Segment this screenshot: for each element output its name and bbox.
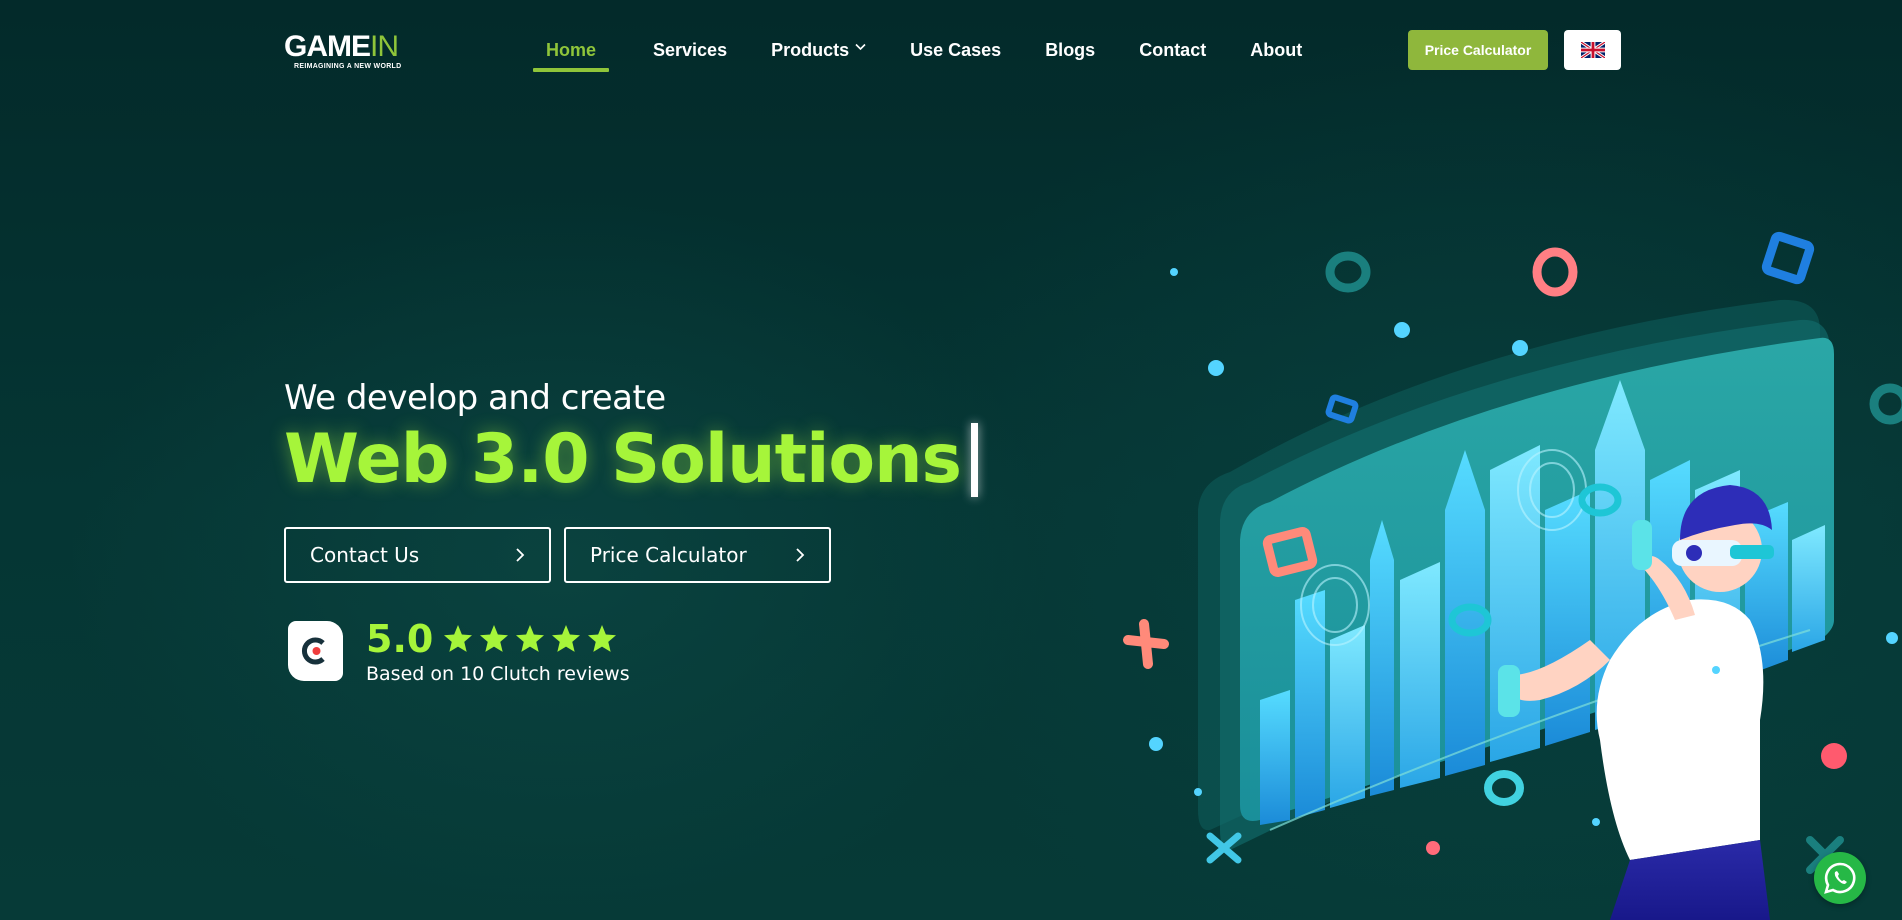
- nav-item-services[interactable]: Services: [653, 38, 727, 72]
- clutch-review-text: Based on 10 Clutch reviews: [366, 663, 630, 685]
- contact-us-label: Contact Us: [310, 543, 420, 567]
- whatsapp-icon: [1824, 862, 1856, 894]
- star-icon: [444, 625, 472, 652]
- nav-item-home[interactable]: Home: [533, 38, 610, 72]
- chevron-right-icon: [516, 548, 525, 562]
- nav-item-label: Products: [771, 40, 850, 60]
- price-calculator-button[interactable]: Price Calculator: [564, 527, 831, 583]
- star-rating: [442, 623, 622, 655]
- hero-subtitle: We develop and create: [284, 378, 666, 418]
- nav-item-label: Home: [546, 40, 597, 60]
- contact-us-button[interactable]: Contact Us: [284, 527, 551, 583]
- hero-title: Web 3.0 Solutions: [284, 420, 979, 499]
- logo[interactable]: GAME IN REIMAGINING A NEW WORLD: [284, 32, 416, 72]
- logo-main-text: GAME: [284, 30, 371, 63]
- page: GAME IN REIMAGINING A NEW WORLD Home Ser…: [0, 0, 1902, 920]
- main-nav: Home Services Products Use Cases Blogs C…: [533, 38, 1346, 72]
- nav-item-label: Use Cases: [910, 40, 1002, 60]
- nav-item-label: About: [1250, 40, 1303, 60]
- header: GAME IN REIMAGINING A NEW WORLD Home Ser…: [0, 0, 1902, 100]
- chevron-down-icon: [855, 43, 866, 51]
- nav-item-label: Contact: [1139, 40, 1207, 60]
- star-icon: [552, 625, 580, 652]
- nav-item-use-cases[interactable]: Use Cases: [910, 38, 1001, 72]
- chevron-right-icon: [796, 548, 805, 562]
- nav-item-label: Blogs: [1045, 40, 1096, 60]
- nav-item-contact[interactable]: Contact: [1139, 38, 1206, 72]
- typing-caret: [971, 422, 979, 497]
- uk-flag-icon: [1580, 42, 1605, 58]
- logo-tagline: REIMAGINING A NEW WORLD: [294, 63, 402, 70]
- nav-item-about[interactable]: About: [1250, 38, 1302, 72]
- clutch-logo-icon: [288, 621, 343, 681]
- logo-accent-text: IN: [370, 30, 399, 63]
- clutch-rating[interactable]: 5.0 Based on 10 Clutch reviews: [288, 617, 708, 685]
- price-calculator-label: Price Calculator: [590, 543, 747, 567]
- whatsapp-button[interactable]: [1814, 852, 1866, 904]
- vr-city-illustration: [1123, 231, 1902, 920]
- nav-item-label: Services: [653, 40, 728, 60]
- price-calculator-header-button[interactable]: Price Calculator: [1408, 30, 1548, 70]
- star-icon: [588, 625, 616, 652]
- hero-title-text: Web 3.0 Solutions: [284, 420, 962, 499]
- clutch-score: 5.0: [366, 617, 434, 661]
- nav-item-products[interactable]: Products: [771, 38, 866, 72]
- nav-item-blogs[interactable]: Blogs: [1045, 38, 1095, 72]
- language-button[interactable]: [1564, 30, 1621, 70]
- logo-wordmark: GAME IN: [284, 32, 416, 62]
- star-icon: [516, 625, 544, 652]
- star-icon: [480, 625, 508, 652]
